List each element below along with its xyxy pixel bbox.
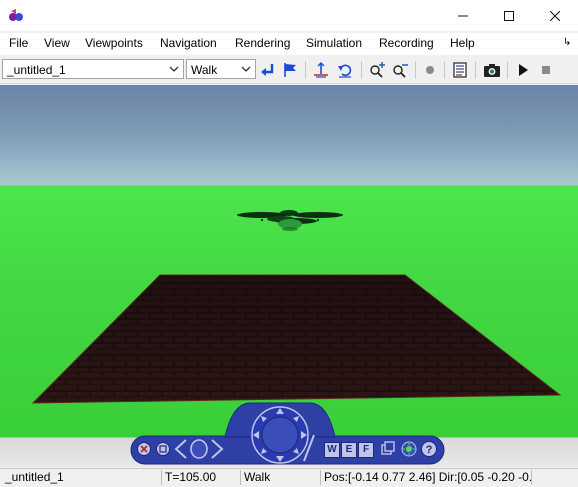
dock-arrow-icon[interactable]: ↳	[563, 37, 571, 48]
nav-slide-control-icon[interactable]	[174, 438, 224, 460]
maximize-icon	[504, 10, 514, 21]
flag-icon	[284, 63, 296, 77]
nav-viewpoints-icon[interactable]	[380, 441, 396, 457]
close-icon	[550, 10, 560, 21]
close-button[interactable]	[532, 0, 578, 31]
record-icon	[426, 66, 434, 74]
maximize-button[interactable]	[486, 0, 532, 31]
stop-icon	[542, 66, 550, 74]
nav-tilt-icon[interactable]	[300, 433, 320, 463]
app-icon	[8, 8, 24, 23]
menu-file[interactable]: File	[9, 36, 28, 50]
undo-icon	[338, 64, 352, 78]
nav-help-icon[interactable]: ?	[420, 440, 438, 458]
world-selector-value: _untitled_1	[7, 63, 66, 77]
menu-bar: File View Viewpoints Navigation Renderin…	[0, 33, 578, 55]
document-icon	[453, 62, 467, 78]
straighten-button[interactable]	[311, 60, 331, 80]
zoom-out-icon	[393, 64, 408, 78]
play-icon	[519, 64, 528, 76]
zoom-in-icon	[370, 62, 385, 78]
stop-button[interactable]	[536, 60, 556, 80]
camera-icon	[484, 64, 500, 77]
world-selector[interactable]: _untitled_1	[2, 59, 184, 79]
toolbar: _untitled_1 Walk	[0, 57, 578, 84]
menu-viewpoints[interactable]: Viewpoints	[85, 36, 143, 50]
status-position: Pos:[-0.14 0.77 2.46] Dir:[0.05 -0.20 -0…	[321, 470, 532, 485]
edit-world-button[interactable]	[450, 60, 470, 80]
nav-headlight-icon[interactable]	[400, 440, 418, 458]
navigation-mode-value: Walk	[191, 63, 218, 77]
bookmark-viewpoint-button[interactable]	[280, 60, 300, 80]
walk-mode-button[interactable]: W	[324, 442, 340, 458]
examine-mode-button[interactable]: E	[341, 442, 357, 458]
status-world: _untitled_1	[2, 470, 162, 485]
nav-minimize-icon[interactable]	[155, 441, 171, 457]
play-button[interactable]	[513, 60, 533, 80]
menu-view[interactable]: View	[44, 36, 70, 50]
dropdown-arrow-icon	[241, 66, 251, 72]
pick-button[interactable]	[420, 60, 440, 80]
menu-simulation[interactable]: Simulation	[306, 36, 362, 50]
navigation-buttons: W E F ?	[0, 85, 578, 467]
nav-close-icon[interactable]	[136, 441, 152, 457]
status-extra	[532, 470, 578, 485]
status-time: T=105.00	[162, 470, 241, 485]
toolbar-separator	[361, 61, 362, 79]
minimize-button[interactable]	[440, 0, 486, 31]
toolbar-separator	[507, 61, 508, 79]
return-viewpoint-icon	[261, 64, 274, 76]
title-bar	[0, 0, 578, 31]
status-nav-mode: Walk	[241, 470, 321, 485]
menu-navigation[interactable]: Navigation	[160, 36, 217, 50]
fly-mode-button[interactable]: F	[358, 442, 374, 458]
3d-viewport[interactable]: W E F ?	[0, 85, 578, 467]
undo-move-button[interactable]	[335, 60, 355, 80]
zoom-out-button[interactable]	[390, 60, 410, 80]
toolbar-separator	[475, 61, 476, 79]
capture-frame-button[interactable]	[482, 60, 502, 80]
toolbar-separator	[305, 61, 306, 79]
minimize-icon	[458, 15, 468, 16]
menu-help[interactable]: Help	[450, 36, 475, 50]
status-bar: _untitled_1 T=105.00 Walk Pos:[-0.14 0.7…	[0, 468, 578, 487]
toolbar-separator	[444, 61, 445, 79]
align-icon	[314, 62, 328, 78]
toolbar-separator	[415, 61, 416, 79]
menu-rendering[interactable]: Rendering	[235, 36, 290, 50]
return-viewpoint-button[interactable]	[258, 60, 278, 80]
navigation-mode-selector[interactable]: Walk	[186, 59, 256, 79]
svg-text:?: ?	[426, 444, 433, 456]
zoom-in-button[interactable]	[367, 60, 387, 80]
dropdown-arrow-icon	[169, 66, 179, 72]
menu-recording[interactable]: Recording	[379, 36, 434, 50]
